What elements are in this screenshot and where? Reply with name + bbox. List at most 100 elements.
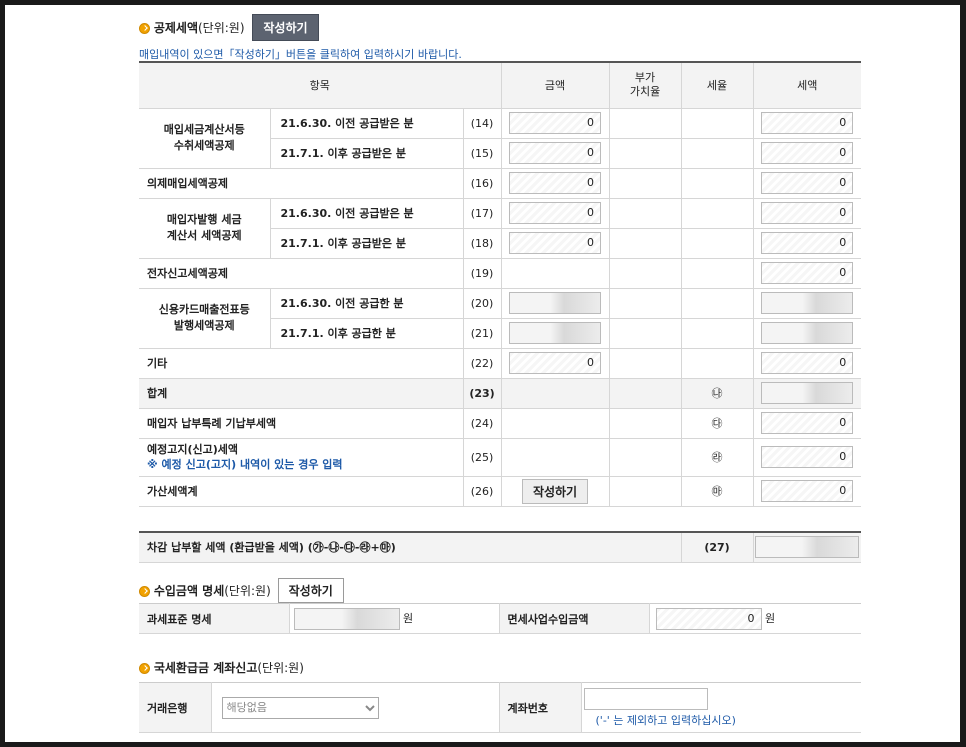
exempt-income-unit: 원	[765, 611, 776, 625]
row-label: 21.7.1. 이후 공급받은 분	[270, 138, 464, 169]
final-tax-table: 차감 납부할 세액 (환급받을 세액) (㉮-㉯-㉰-㉱+㉲) (27)	[139, 531, 861, 563]
vat-rate-cell	[609, 318, 682, 349]
refund-title: 국세환급금 계좌신고	[153, 661, 258, 675]
bank-label: 거래은행	[139, 682, 212, 733]
income-unit: (단위:원)	[224, 584, 271, 598]
group-tax-invoice: 매입세금계산서등 수취세액공제	[139, 108, 271, 169]
tax-rate-cell	[681, 288, 754, 319]
tax-input[interactable]	[761, 322, 854, 344]
amount-input[interactable]: 0	[509, 232, 602, 254]
tax-input[interactable]: 0	[761, 262, 854, 284]
tax-rate-cell	[681, 138, 754, 169]
row-number: (24)	[463, 408, 502, 439]
tax-input	[761, 382, 854, 404]
account-input[interactable]	[583, 687, 708, 710]
vat-rate-cell	[609, 198, 682, 229]
tax-input[interactable]: 0	[761, 480, 854, 502]
row-number: (21)	[463, 318, 502, 349]
amount-input[interactable]: 0	[509, 352, 602, 374]
amount-input[interactable]: 0	[509, 202, 602, 224]
account-hint: ('-' 는 제외하고 입력하십시오)	[595, 713, 736, 727]
amount-input[interactable]: 0	[509, 112, 602, 134]
amount-input[interactable]: 0	[509, 172, 602, 194]
row-label: 기타	[139, 348, 464, 379]
refund-unit: (단위:원)	[257, 661, 304, 675]
row-label: 예정고지(신고)세액	[147, 443, 239, 456]
deduction-section-header: 공제세액(단위:원) 작성하기	[139, 14, 319, 41]
exempt-income-label: 면세사업수입금액	[499, 603, 650, 634]
row-number: (25)	[463, 438, 502, 477]
tax-base-input[interactable]	[293, 607, 400, 630]
header-item: 항목	[139, 62, 502, 109]
vat-rate-cell	[609, 138, 682, 169]
amount-cell	[501, 258, 610, 289]
deduction-notice: 매입내역이 있으면「작성하기」버튼을 클릭하여 입력하시기 바랍니다.	[139, 48, 462, 61]
vat-rate-cell	[609, 108, 682, 139]
row-sublabel: ※ 예정 신고(고지) 내역이 있는 경우 입력	[147, 458, 343, 471]
form-frame: 공제세액(단위:원) 작성하기 매입내역이 있으면「작성하기」버튼을 클릭하여 …	[5, 5, 960, 742]
tax-rate-cell	[681, 168, 754, 199]
vat-rate-cell	[609, 168, 682, 199]
tax-input[interactable]: 0	[761, 142, 854, 164]
final-tax-number: (27)	[681, 532, 754, 563]
row-label: 매입자 납부특례 기납부세액	[139, 408, 464, 439]
vat-rate-cell	[609, 288, 682, 319]
income-section-header: 수입금액 명세(단위:원) 작성하기	[139, 578, 344, 603]
header-tax-rate: 세율	[681, 62, 754, 109]
bullet-icon	[139, 23, 150, 34]
header-tax: 세액	[753, 62, 862, 109]
deduction-table: 항목 금액 부가 가치율 세율 세액 매입세금계산서등 수취세액공제 21.6.…	[139, 61, 862, 507]
tax-base-unit: 원	[403, 611, 414, 625]
amount-input[interactable]	[509, 322, 602, 344]
deduction-title: 공제세액	[153, 21, 198, 35]
income-table: 과세표준 명세 원 면세사업수입금액 0 원	[139, 603, 861, 634]
final-tax-label: 차감 납부할 세액 (환급받을 세액) (㉮-㉯-㉰-㉱+㉲)	[139, 532, 682, 563]
tax-base-label: 과세표준 명세	[139, 603, 290, 634]
header-vat-rate: 부가 가치율	[609, 62, 682, 109]
tax-input[interactable]: 0	[761, 172, 854, 194]
row-number: (22)	[463, 348, 502, 379]
group-buyer-issued: 매입자발행 세금 계산서 세액공제	[139, 198, 271, 259]
row-number: (23)	[463, 378, 502, 409]
amount-input[interactable]: 0	[509, 142, 602, 164]
bullet-icon	[139, 586, 150, 597]
tax-input[interactable]: 0	[761, 446, 854, 468]
row-number: (26)	[463, 476, 502, 507]
bank-select[interactable]: 해당없음	[221, 696, 379, 719]
tax-input[interactable]: 0	[761, 232, 854, 254]
row-number: (15)	[463, 138, 502, 169]
tax-input[interactable]: 0	[761, 352, 854, 374]
tax-rate-cell	[681, 348, 754, 379]
tax-input[interactable]: 0	[761, 412, 854, 434]
row-label: 21.7.1. 이후 공급받은 분	[270, 228, 464, 259]
row-label: 가산세액계	[139, 476, 464, 507]
amount-cell	[501, 378, 610, 409]
row-label: 21.7.1. 이후 공급한 분	[270, 318, 464, 349]
vat-rate-cell	[609, 438, 682, 477]
exempt-income-input[interactable]: 0	[655, 607, 762, 630]
row-number: (19)	[463, 258, 502, 289]
amount-cell	[501, 438, 610, 477]
penalty-write-button[interactable]: 작성하기	[521, 478, 589, 504]
vat-rate-cell	[609, 228, 682, 259]
row-number: (17)	[463, 198, 502, 229]
tax-input[interactable]	[761, 292, 854, 314]
income-write-button[interactable]: 작성하기	[277, 578, 344, 603]
tax-rate-cell	[681, 258, 754, 289]
amount-cell	[501, 408, 610, 439]
row-label: 21.6.30. 이전 공급한 분	[270, 288, 464, 319]
tax-rate-cell	[681, 318, 754, 349]
row-label: 21.6.30. 이전 공급받은 분	[270, 108, 464, 139]
tax-input[interactable]: 0	[761, 112, 854, 134]
deduction-write-button[interactable]: 작성하기	[252, 14, 319, 41]
row-label: 전자신고세액공제	[139, 258, 464, 289]
tax-input[interactable]: 0	[761, 202, 854, 224]
amount-input[interactable]	[509, 292, 602, 314]
tax-rate-cell	[681, 228, 754, 259]
bullet-icon	[139, 663, 150, 674]
row-number: (18)	[463, 228, 502, 259]
account-label: 계좌번호	[499, 682, 582, 733]
row-number: (20)	[463, 288, 502, 319]
vat-rate-cell	[609, 348, 682, 379]
tax-rate-symbol: ㉲	[681, 476, 754, 507]
